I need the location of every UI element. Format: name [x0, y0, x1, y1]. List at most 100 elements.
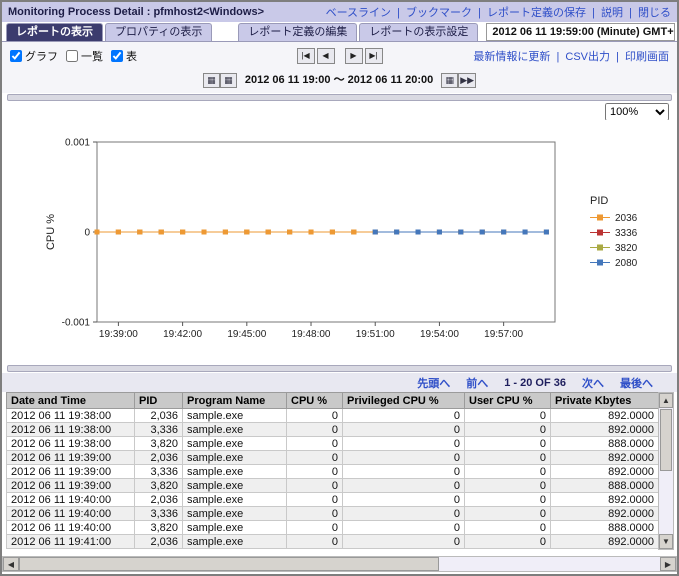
cell: 0: [465, 479, 551, 493]
calendar-start-icon[interactable]: ▦: [220, 73, 237, 88]
help-link[interactable]: 説明: [601, 7, 623, 19]
scroll-left-icon[interactable]: ◀: [3, 557, 19, 571]
tab-report-display-settings[interactable]: レポートの表示設定: [359, 23, 478, 41]
cell: 2012 06 11 19:40:00: [7, 493, 135, 507]
tab-property-display[interactable]: プロパティの表示: [105, 23, 212, 41]
tab-report-definition-edit[interactable]: レポート定義の編集: [238, 23, 357, 41]
cell: 892.0000: [551, 451, 659, 465]
first-page-link[interactable]: 先頭へ: [417, 375, 450, 391]
table-header-row: Date and TimePIDProgram NameCPU %Privile…: [7, 393, 659, 409]
svg-text:19:57:00: 19:57:00: [484, 329, 523, 340]
save-report-definition-link[interactable]: レポート定義の保存: [487, 7, 586, 19]
title-bar: Monitoring Process Detail : pfmhost2<Win…: [2, 2, 677, 22]
last-data-button[interactable]: ▶|: [365, 48, 383, 64]
page-title: Monitoring Process Detail : pfmhost2<Win…: [8, 6, 264, 18]
next-page-link[interactable]: 次へ: [582, 375, 604, 391]
graph-checkbox[interactable]: [10, 50, 22, 62]
calendar-end-icon[interactable]: ▦: [441, 73, 458, 88]
cell: 0: [465, 535, 551, 549]
zoom-select[interactable]: 100%: [605, 103, 669, 121]
table-checkbox-text: 表: [126, 48, 137, 64]
cell: 2,036: [135, 493, 183, 507]
data-nav-buttons: |◀◀ ▶▶|: [297, 48, 383, 64]
csv-export-link[interactable]: CSV出力: [565, 51, 610, 63]
column-header: Program Name: [183, 393, 287, 409]
time-settings-icon[interactable]: ▦: [203, 73, 220, 88]
cell: 0: [287, 465, 343, 479]
svg-text:19:51:00: 19:51:00: [356, 329, 395, 340]
svg-text:0.001: 0.001: [65, 138, 90, 149]
toolbar-links: 最新情報に更新 | CSV出力 | 印刷画面: [473, 48, 669, 64]
range-right-icons: ▦▶▶: [441, 70, 476, 88]
svg-text:2036: 2036: [615, 213, 638, 224]
range-left-icons: ▦▦: [203, 70, 237, 88]
baseline-link[interactable]: ベースライン: [326, 7, 391, 19]
cell: 0: [465, 423, 551, 437]
last-page-link[interactable]: 最後へ: [620, 375, 653, 391]
horizontal-scroll-thumb[interactable]: [19, 557, 439, 571]
cell: 3,336: [135, 423, 183, 437]
cell: 2012 06 11 19:39:00: [7, 479, 135, 493]
graph-checkbox-text: グラフ: [25, 48, 58, 64]
cell: 2012 06 11 19:38:00: [7, 437, 135, 451]
shift-range-forward-icon[interactable]: ▶▶: [458, 73, 476, 88]
cell: sample.exe: [183, 507, 287, 521]
cell: 0: [287, 507, 343, 521]
zoom-row: 100%: [605, 102, 669, 120]
cell: 2012 06 11 19:40:00: [7, 521, 135, 535]
date-range: 2012 06 11 19:00 ～ 2012 06 11 20:00: [245, 71, 433, 87]
page-range: 1 - 20 OF 36: [504, 377, 566, 389]
cell: sample.exe: [183, 521, 287, 535]
scroll-down-icon[interactable]: ▼: [659, 534, 673, 549]
link-separator: |: [475, 7, 484, 19]
tab-report-display[interactable]: レポートの表示: [6, 23, 103, 41]
cell: 888.0000: [551, 479, 659, 493]
table-checkbox-label: 表: [111, 48, 137, 64]
print-view-link[interactable]: 印刷画面: [625, 51, 669, 63]
table-row: 2012 06 11 19:38:003,820sample.exe000888…: [7, 437, 659, 451]
column-header: User CPU %: [465, 393, 551, 409]
splitter-bottom[interactable]: [7, 365, 672, 372]
scroll-up-icon[interactable]: ▲: [659, 393, 673, 408]
refresh-link[interactable]: 最新情報に更新: [473, 51, 550, 63]
cell: 0: [287, 493, 343, 507]
link-separator: |: [553, 51, 562, 63]
chart-area: 0.0010-0.00119:39:0019:42:0019:45:0019:4…: [2, 120, 677, 365]
cell: 0: [465, 437, 551, 451]
prev-data-button[interactable]: ◀: [317, 48, 335, 64]
svg-text:2080: 2080: [615, 258, 638, 269]
cell: sample.exe: [183, 423, 287, 437]
cell: 892.0000: [551, 465, 659, 479]
table-row: 2012 06 11 19:39:003,820sample.exe000888…: [7, 479, 659, 493]
toolbar-row-2: ▦▦ 2012 06 11 19:00 ～ 2012 06 11 20:00 ▦…: [2, 69, 677, 89]
table-row: 2012 06 11 19:38:002,036sample.exe000892…: [7, 409, 659, 423]
scroll-right-icon[interactable]: ▶: [660, 557, 676, 571]
toolbar: グラフ一覧表 |◀◀▶▶| 最新情報に更新 | CSV出力 | 印刷画面 ▦▦ …: [2, 41, 677, 93]
cell: 892.0000: [551, 493, 659, 507]
svg-text:19:48:00: 19:48:00: [292, 329, 331, 340]
column-header: CPU %: [287, 393, 343, 409]
data-table: Date and TimePIDProgram NameCPU %Privile…: [6, 392, 658, 549]
next-data-button[interactable]: ▶: [345, 48, 363, 64]
svg-text:0: 0: [84, 228, 90, 239]
cell: 888.0000: [551, 437, 659, 451]
cell: 892.0000: [551, 409, 659, 423]
cell: 3,820: [135, 479, 183, 493]
pagination: 先頭へ 前へ 1 - 20 OF 36 次へ 最後へ: [2, 373, 677, 392]
cell: 2,036: [135, 535, 183, 549]
cell: 3,336: [135, 507, 183, 521]
cell: 0: [465, 521, 551, 535]
prev-page-link[interactable]: 前へ: [466, 375, 488, 391]
splitter-top[interactable]: [7, 94, 672, 101]
table-checkbox[interactable]: [111, 50, 123, 62]
close-link[interactable]: 閉じる: [638, 7, 671, 19]
cell: 888.0000: [551, 521, 659, 535]
cell: 892.0000: [551, 535, 659, 549]
cell: 0: [343, 409, 465, 423]
vertical-scroll-thumb[interactable]: [660, 409, 672, 471]
table-row: 2012 06 11 19:38:003,336sample.exe000892…: [7, 423, 659, 437]
list-checkbox[interactable]: [66, 50, 78, 62]
first-data-button[interactable]: |◀: [297, 48, 315, 64]
cell: sample.exe: [183, 437, 287, 451]
bookmark-link[interactable]: ブックマーク: [406, 7, 472, 19]
